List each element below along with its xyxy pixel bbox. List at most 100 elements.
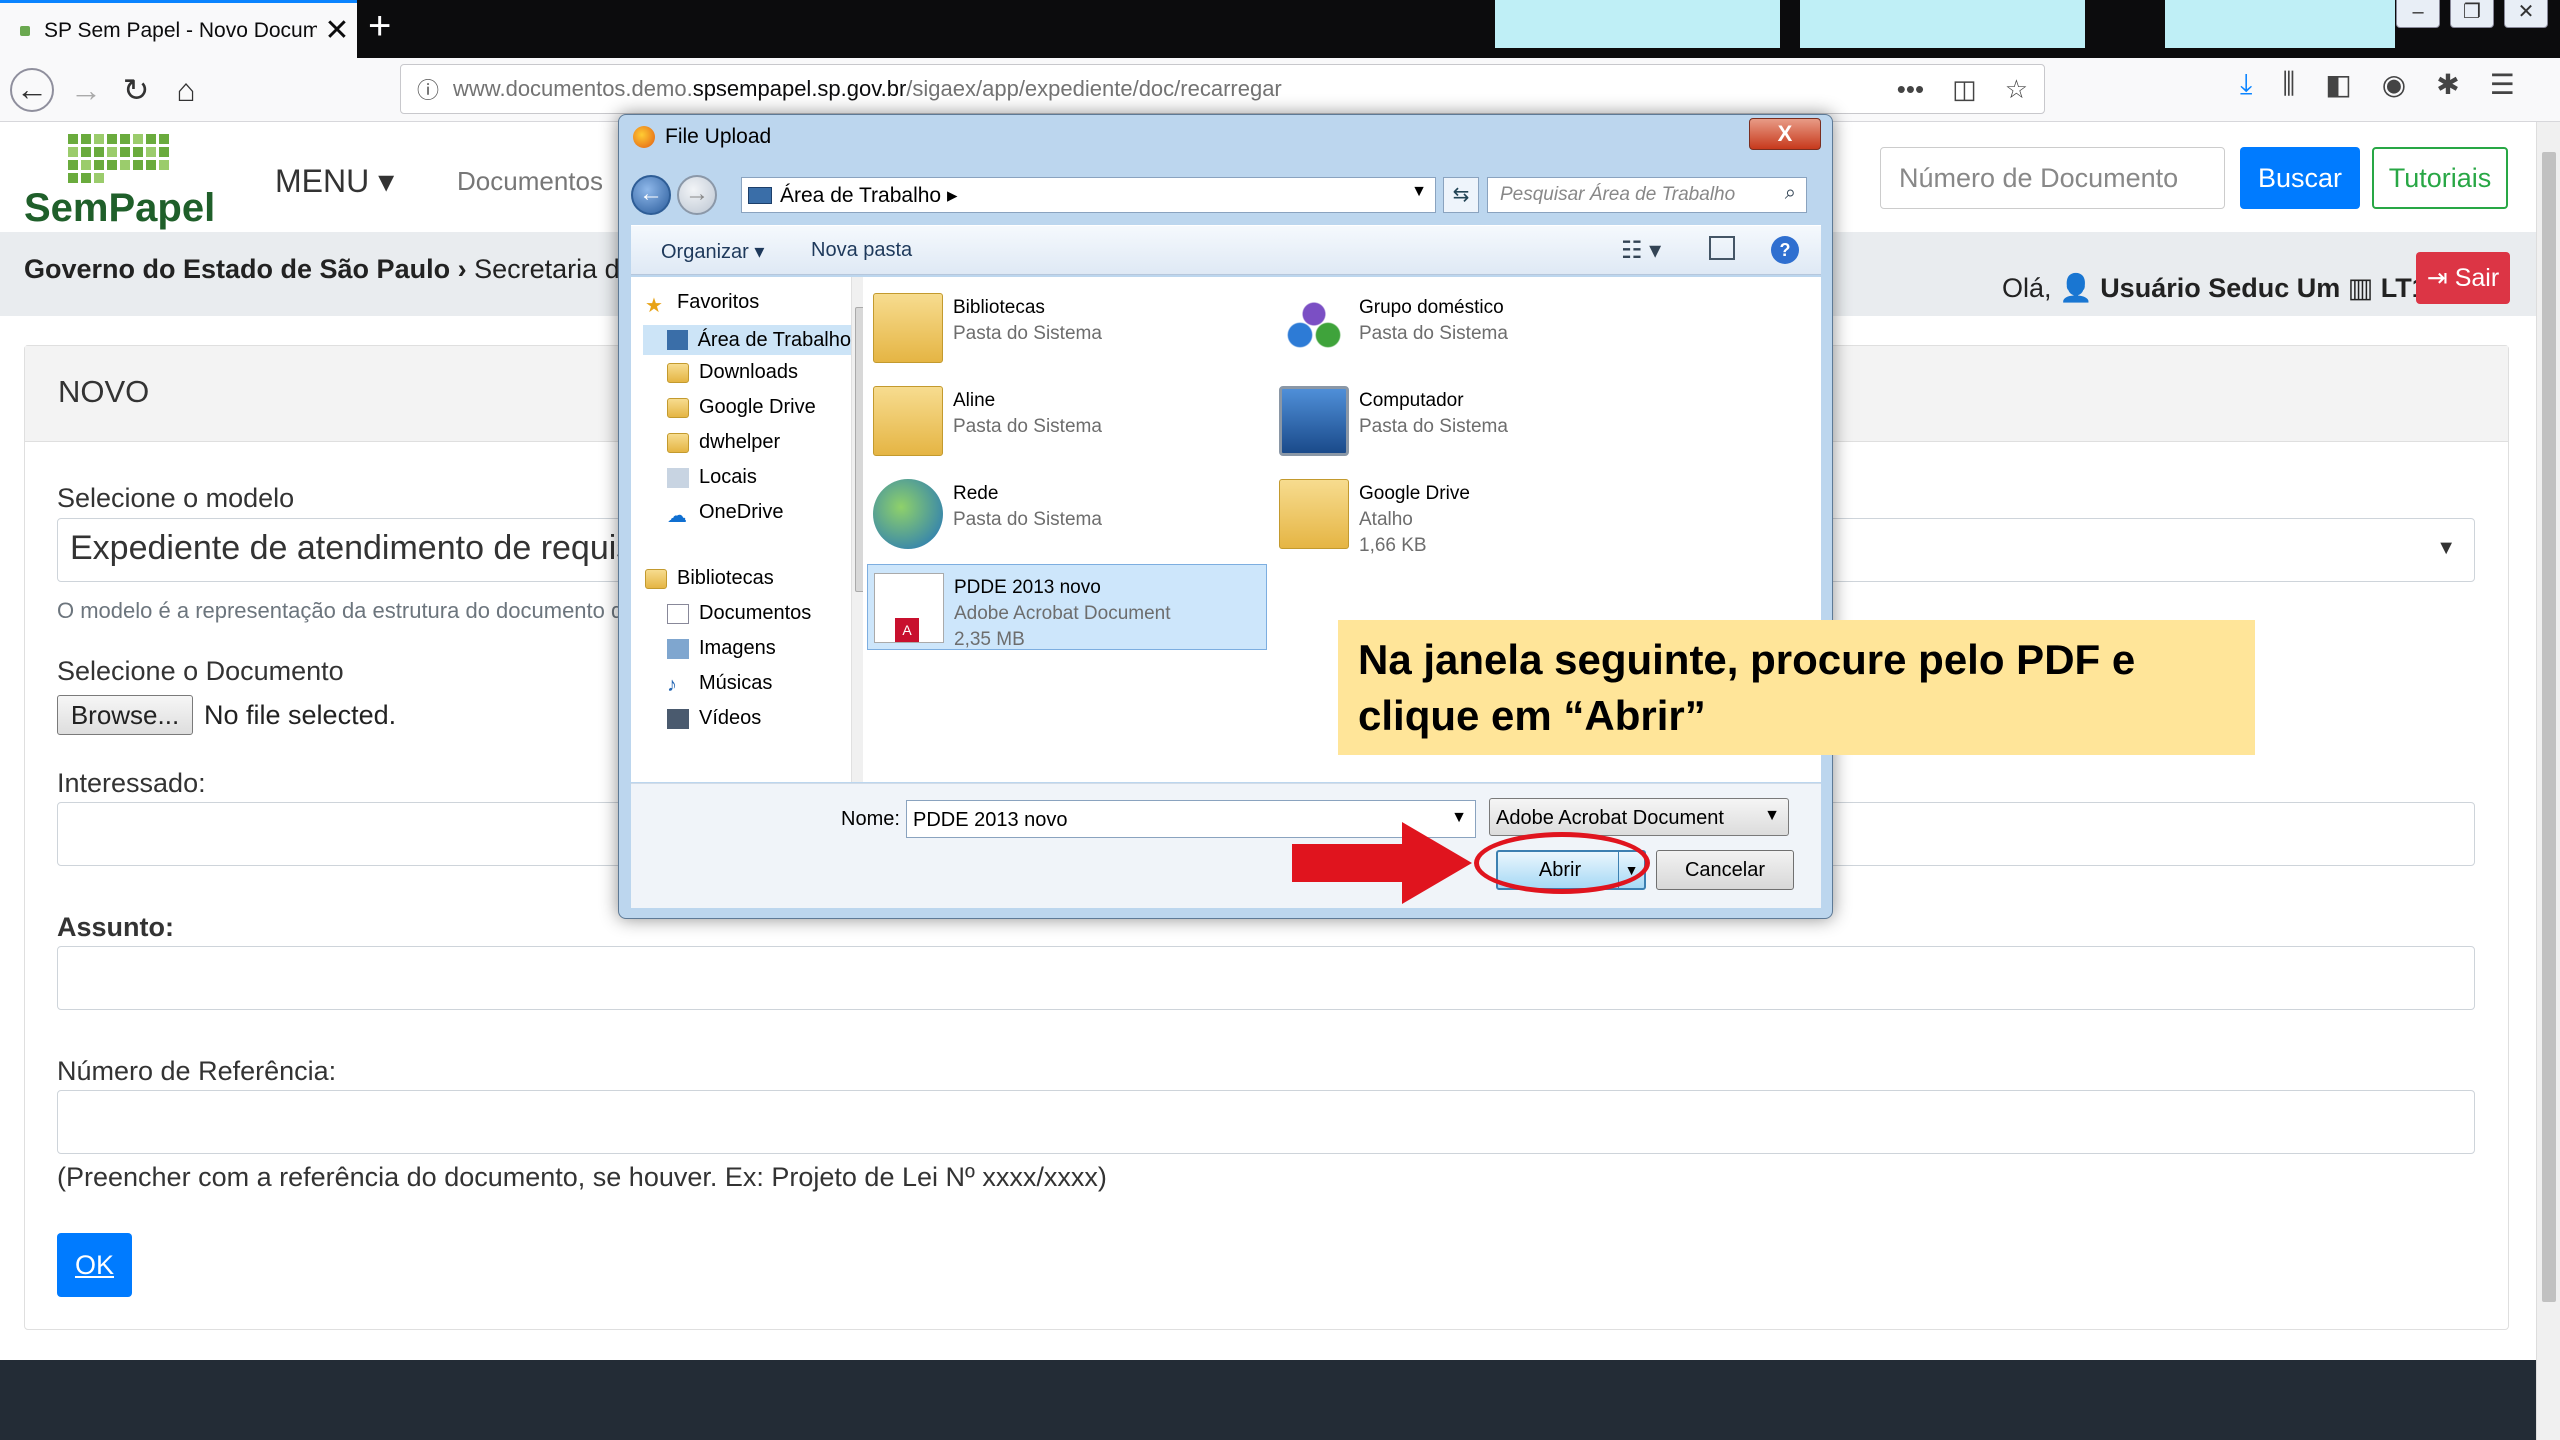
home-icon[interactable]: ⌂ (164, 68, 208, 112)
file-size: 2,35 MB (954, 629, 1025, 650)
dialog-bottom-row: Nome: PDDE 2013 novo ▼ Adobe Acrobat Doc… (631, 783, 1821, 908)
menu-dropdown[interactable]: MENU ▾ (275, 162, 394, 200)
file-item-rede[interactable]: Rede Pasta do Sistema (867, 471, 1267, 557)
firefox-icon (633, 126, 655, 148)
document-number-input[interactable]: Número de Documento (1880, 147, 2225, 209)
library-icon[interactable]: ⫼ (2282, 68, 2295, 101)
nome-label: Nome: (841, 808, 900, 830)
pdf-file-icon: A (874, 573, 944, 643)
hamburger-menu-icon[interactable]: ☰ (2490, 68, 2515, 101)
file-item-aline[interactable]: Aline Pasta do Sistema (867, 378, 1267, 464)
page-footer (0, 1360, 2536, 1440)
url-bar[interactable]: ⓘ www.documentos.demo. spsempapel.sp.gov.… (400, 64, 2045, 114)
reference-label: Número de Referência: (57, 1056, 337, 1086)
network-globe-icon (873, 479, 943, 549)
user-name[interactable]: Usuário Seduc Um (2100, 273, 2340, 303)
download-icon[interactable]: ⤓ (2240, 68, 2252, 101)
sidebar-icon[interactable]: ◧ (2325, 68, 2351, 101)
file-type-select[interactable]: Adobe Acrobat Document ▼ (1489, 798, 1789, 836)
breadcrumb-separator: › (450, 254, 475, 284)
file-item-google-drive[interactable]: Google Drive Atalho 1,66 KB (1273, 471, 1673, 557)
chevron-right-icon: ▸ (946, 184, 958, 207)
info-icon[interactable]: ⓘ (417, 73, 439, 105)
nav-musicas[interactable]: ♪ Músicas (667, 672, 772, 696)
ok-button[interactable]: OK (57, 1233, 132, 1297)
minimize-icon[interactable]: – (2396, 0, 2440, 28)
nav-dwhelper[interactable]: dwhelper (667, 431, 780, 454)
toolbar-icons: ⤓ ⫼ ◧ ◉ ✱ ☰ (2240, 68, 2515, 101)
page-scrollbar[interactable] (2536, 122, 2560, 1440)
cancelar-button[interactable]: Cancelar (1656, 850, 1794, 890)
nav-label: Favoritos (677, 291, 760, 313)
location-breadcrumb[interactable]: Área de Trabalho ▸ ▼ (741, 177, 1436, 213)
back-icon[interactable]: ← (631, 175, 671, 215)
browse-button[interactable]: Browse... (57, 695, 193, 735)
scrollbar-thumb[interactable] (2542, 152, 2556, 1302)
reload-icon[interactable]: ↻ (114, 68, 158, 112)
file-item-grupo-domestico[interactable]: Grupo doméstico Pasta do Sistema (1273, 285, 1673, 371)
help-icon[interactable]: ? (1771, 236, 1799, 264)
model-value: Expediente de atendimento de requisic (70, 529, 658, 567)
bookmark-star-icon[interactable]: ☆ (2005, 74, 2028, 105)
nav-videos[interactable]: Vídeos (667, 707, 761, 730)
dialog-search-input[interactable]: Pesquisar Área de Trabalho ⌕ (1487, 177, 1807, 213)
buscar-button[interactable]: Buscar (2240, 147, 2360, 209)
window-close-icon[interactable]: ✕ (2504, 0, 2548, 28)
nav-imagens[interactable]: Imagens (667, 637, 776, 660)
new-tab-icon[interactable]: + (368, 4, 391, 49)
logout-icon: ⇥ (2426, 264, 2448, 292)
restore-icon[interactable]: ❐ (2450, 0, 2494, 28)
nova-pasta-button[interactable]: Nova pasta (811, 239, 912, 262)
preview-pane-icon[interactable] (1709, 236, 1735, 260)
forward-icon[interactable]: → (64, 68, 108, 112)
logout-button[interactable]: ⇥ Sair (2416, 252, 2510, 304)
chevron-down-icon[interactable]: ▼ (1411, 183, 1427, 201)
view-options-icon[interactable]: ☷ ▾ (1621, 236, 1661, 265)
logout-label: Sair (2454, 264, 2500, 292)
nav-label: Downloads (699, 361, 798, 383)
location-label: Área de Trabalho (780, 184, 942, 207)
page-actions-icon[interactable]: ••• (1897, 74, 1924, 105)
nav-label: Locais (699, 466, 757, 488)
nav-onedrive[interactable]: ☁ OneDrive (667, 501, 783, 527)
nav-documentos[interactable]: Documentos (667, 602, 811, 625)
close-tab-icon[interactable]: ✕ (317, 13, 357, 48)
assunto-input[interactable] (57, 946, 2475, 1010)
background-window (2165, 0, 2395, 48)
file-name: Aline (953, 390, 996, 411)
extension-icon[interactable]: ✱ (2436, 68, 2459, 101)
browser-nav-bar: ← → ↻ ⌂ ⓘ www.documentos.demo. spsempapel… (0, 58, 2560, 122)
documentos-menu[interactable]: Documentos (457, 166, 603, 197)
browser-tab[interactable]: SP Sem Papel - Novo Documen ✕ (0, 0, 357, 58)
file-type: Pasta do Sistema (1359, 416, 1508, 437)
sempapel-logo[interactable]: SemPapel (24, 134, 215, 230)
nav-downloads[interactable]: Downloads (667, 361, 798, 384)
file-item-computador[interactable]: Computador Pasta do Sistema (1273, 378, 1673, 464)
user-greeting: Olá, 👤 Usuário Seduc Um ▥ LT1 (2002, 272, 2427, 304)
tutoriais-button[interactable]: Tutoriais (2372, 147, 2508, 209)
organizar-menu[interactable]: Organizar ▾ (661, 239, 764, 264)
file-name: Google Drive (1359, 483, 1470, 504)
file-item-pdde-2013-novo[interactable]: A PDDE 2013 novo Adobe Acrobat Document … (867, 564, 1267, 650)
dialog-close-button[interactable]: X (1749, 118, 1821, 150)
pocket-icon[interactable]: ◫ (1952, 74, 1977, 105)
forward-icon[interactable]: → (677, 175, 717, 215)
nav-locais[interactable]: Locais (667, 466, 757, 489)
assunto-label: Assunto: (57, 912, 174, 942)
refresh-icon[interactable]: ⇆ (1443, 177, 1479, 213)
document-label: Selecione o Documento (57, 656, 344, 686)
reference-help-text: (Preencher com a referência do documento… (57, 1162, 1107, 1192)
account-icon[interactable]: ◉ (2382, 68, 2406, 101)
breadcrumb-org[interactable]: Governo do Estado de São Paulo (24, 254, 450, 284)
reference-input[interactable] (57, 1090, 2475, 1154)
back-icon[interactable]: ← (10, 68, 54, 112)
nav-bibliotecas[interactable]: Bibliotecas (645, 567, 774, 590)
folder-icon (667, 432, 689, 453)
nav-google-drive[interactable]: Google Drive (667, 396, 816, 419)
nav-area-de-trabalho[interactable]: Área de Trabalho (643, 325, 851, 355)
nav-label: Área de Trabalho (697, 328, 851, 351)
file-type: Pasta do Sistema (953, 509, 1102, 530)
nav-favoritos[interactable]: ★ Favoritos (645, 291, 760, 317)
file-item-bibliotecas[interactable]: Bibliotecas Pasta do Sistema (867, 285, 1267, 371)
search-icon: ⌕ (1784, 182, 1796, 204)
